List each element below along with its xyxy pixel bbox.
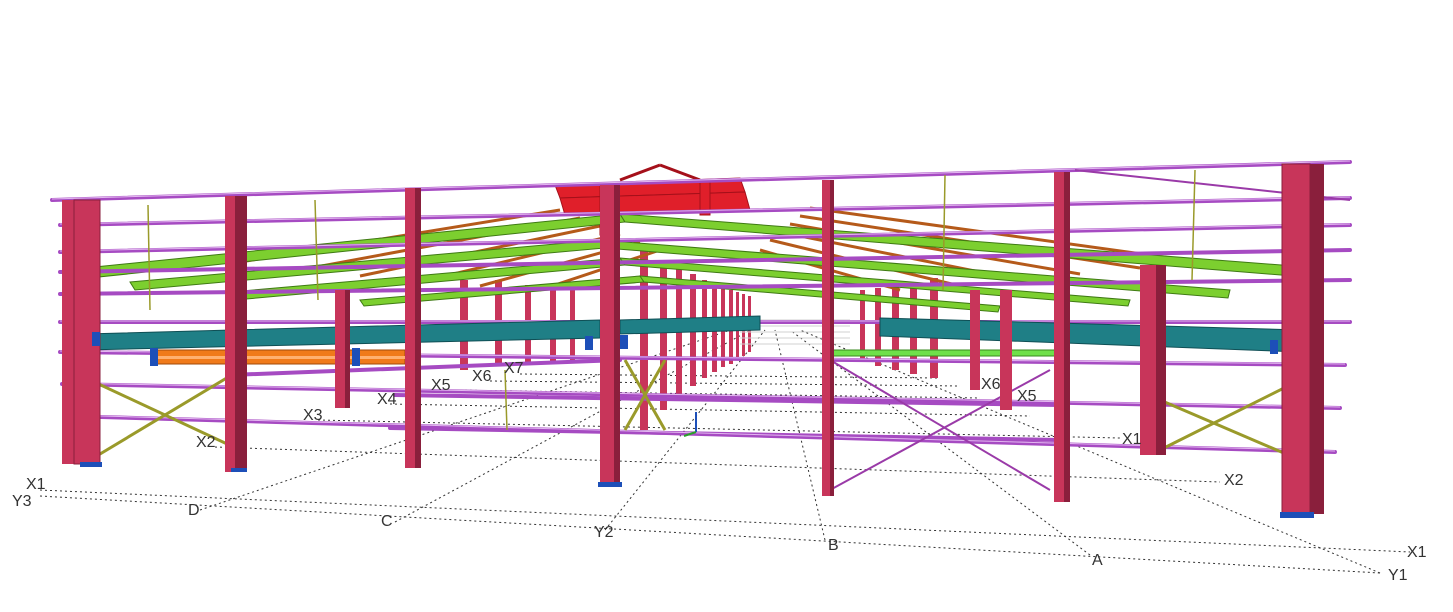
- grid-label-x7-left: X7: [504, 360, 524, 377]
- grid-label-x1-left: X1: [26, 476, 46, 493]
- grid-label-x1-right-inner: X1: [1122, 431, 1142, 448]
- grid-label-x1-right: X1: [1407, 544, 1427, 561]
- grid-label-x5-left: X5: [431, 377, 451, 394]
- grid-label-x4-left: X4: [377, 391, 397, 408]
- grid-label-x5-right: X5: [1017, 388, 1037, 405]
- grid-label-y1: Y1: [1388, 567, 1408, 584]
- column-c: [598, 185, 622, 487]
- crane-rail: [150, 348, 406, 366]
- green-beam: [829, 349, 1061, 357]
- grid-label-a: A: [1092, 552, 1103, 569]
- grid-label-x3-left: X3: [303, 407, 323, 424]
- column-x1-right: [1280, 163, 1324, 518]
- column-x3-left: [405, 188, 421, 468]
- column-b: [822, 180, 834, 496]
- grid-label-x6-right: X6: [981, 376, 1001, 393]
- grid-label-x2-left: X2: [196, 434, 216, 451]
- model-viewport[interactable]: X1 Y3 X2 X3 X4 X5 X6 X7 D C Y2 B A X1 Y1…: [0, 0, 1453, 612]
- grid-label-b: B: [828, 537, 839, 554]
- structure-3d-view[interactable]: X1 Y3 X2 X3 X4 X5 X6 X7 D C Y2 B A X1 Y1…: [0, 0, 1453, 612]
- column-a: [1054, 172, 1070, 502]
- grid-label-c: C: [381, 513, 393, 530]
- column-x2-left: [225, 196, 247, 472]
- grid-label-y3: Y3: [12, 493, 32, 510]
- grid-label-x2-right: X2: [1224, 472, 1244, 489]
- grid-label-y2: Y2: [594, 524, 614, 541]
- grid-label-x6-left: X6: [472, 368, 492, 385]
- column-x2-right: [1140, 265, 1166, 455]
- grid-labels: X1 Y3 X2 X3 X4 X5 X6 X7 D C Y2 B A X1 Y1…: [12, 360, 1427, 584]
- grid-label-d: D: [188, 502, 200, 519]
- column-inner-left: [335, 290, 350, 408]
